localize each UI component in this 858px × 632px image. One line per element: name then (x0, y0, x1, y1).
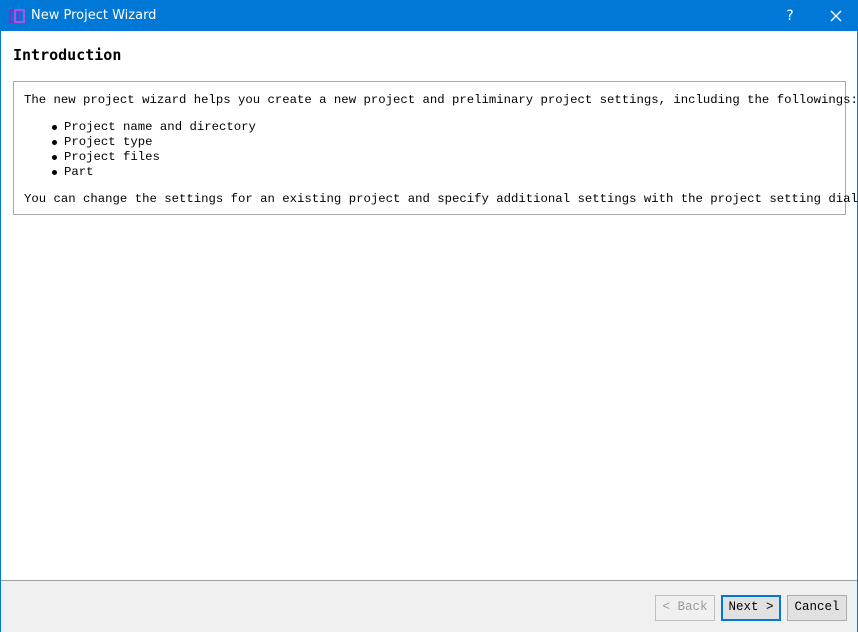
list-item: Project type (50, 135, 256, 150)
wizard-window: New Project Wizard ? Introduction The ne… (0, 0, 858, 632)
list-item: Part (50, 165, 256, 180)
close-icon (830, 10, 842, 22)
cancel-button[interactable]: Cancel (787, 595, 847, 621)
list-item-label: Part (64, 165, 94, 179)
help-button[interactable]: ? (777, 1, 803, 31)
back-button[interactable]: < Back (655, 595, 715, 621)
bullet-icon (52, 155, 57, 160)
list-item-label: Project files (64, 150, 160, 164)
list-item: Project files (50, 150, 256, 165)
bullet-icon (52, 170, 57, 175)
title-bar[interactable]: New Project Wizard ? (1, 1, 857, 31)
button-bar: < Back Next > Cancel (1, 580, 857, 632)
list-item: Project name and directory (50, 120, 256, 135)
footer-note: You can change the settings for an exist… (24, 192, 858, 206)
close-button[interactable] (821, 1, 851, 31)
list-item-label: Project name and directory (64, 120, 256, 134)
app-logo-icon (9, 8, 25, 24)
bullet-icon (52, 140, 57, 145)
page-title: Introduction (13, 46, 122, 64)
settings-list: Project name and directory Project type … (50, 120, 256, 180)
intro-panel: The new project wizard helps you create … (13, 81, 858, 215)
next-button[interactable]: Next > (721, 595, 781, 621)
intro-text: The new project wizard helps you create … (24, 93, 858, 107)
window-title: New Project Wizard (31, 8, 157, 23)
bullet-icon (52, 125, 57, 130)
list-item-label: Project type (64, 135, 153, 149)
